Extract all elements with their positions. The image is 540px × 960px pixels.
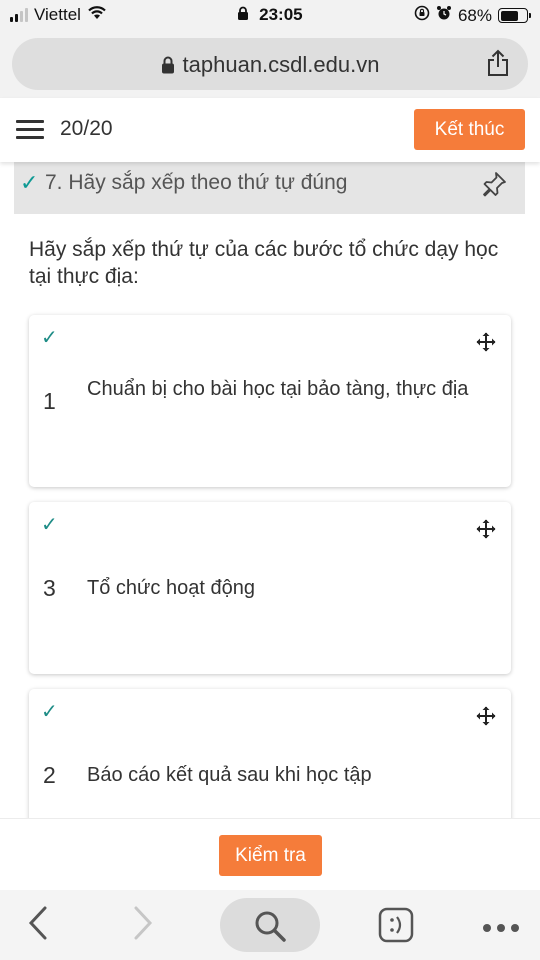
pin-icon[interactable] [481,171,507,204]
menu-icon[interactable] [16,120,44,140]
battery-percent: 68% [457,5,492,25]
lock-status-icon [237,5,259,24]
check-icon: ✓ [41,701,58,723]
quiz-content: ✓ 7. Hãy sắp xếp theo thứ tự đúng Hãy sắ… [0,162,540,818]
alarm-icon [436,5,452,26]
question-progress: 20/20 [60,117,113,140]
check-icon: ✓ [41,327,58,349]
status-bar: Viettel 23:05 68% [0,0,540,30]
finish-button[interactable]: Kết thúc [414,109,525,150]
url-text: taphuan.csdl.edu.vn [182,52,380,77]
orientation-lock-icon [414,5,430,26]
order-item-card[interactable]: ✓ 1 Chuẩn bị cho bài học tại bảo tàng, t… [29,315,511,487]
check-answer-button[interactable]: Kiểm tra [219,835,322,876]
battery-icon [498,8,531,23]
more-icon[interactable] [482,920,522,938]
url-display[interactable]: taphuan.csdl.edu.vn [12,52,528,80]
search-button[interactable] [220,898,320,952]
reader-icon[interactable] [378,907,414,948]
check-icon: ✓ [41,514,58,536]
item-number: 3 [43,575,56,601]
question-title-bar: ✓ 7. Hãy sắp xếp theo thứ tự đúng [14,162,525,214]
lock-icon [161,54,175,80]
item-text: Tổ chức hoạt động [87,577,255,599]
status-time: 23:05 [259,5,303,24]
forward-icon[interactable] [131,904,155,947]
move-icon[interactable] [475,705,497,732]
move-icon[interactable] [475,518,497,545]
item-number: 1 [43,388,56,414]
order-item-card[interactable]: ✓ 2 Báo cáo kết quả sau khi học tập [29,689,511,818]
item-text: Chuẩn bị cho bài học tại bảo tàng, thực … [87,378,469,400]
quiz-header: 20/20 Kết thúc [0,98,540,162]
answered-check-icon: ✓ [20,170,39,195]
item-text: Báo cáo kết quả sau khi học tập [87,764,372,786]
item-number: 2 [43,762,56,788]
address-bar[interactable]: taphuan.csdl.edu.vn [12,38,528,90]
browser-toolbar [0,890,540,960]
question-instruction: Hãy sắp xếp thứ tự của các bước tổ chức … [29,238,499,288]
status-right: 68% [414,5,531,26]
order-item-card[interactable]: ✓ 3 Tổ chức hoạt động [29,502,511,674]
back-icon[interactable] [26,904,50,947]
share-icon[interactable] [486,49,510,82]
question-title: 7. Hãy sắp xếp theo thứ tự đúng [45,171,348,194]
check-bar: Kiểm tra [0,818,540,890]
search-icon [255,911,286,942]
move-icon[interactable] [475,331,497,358]
